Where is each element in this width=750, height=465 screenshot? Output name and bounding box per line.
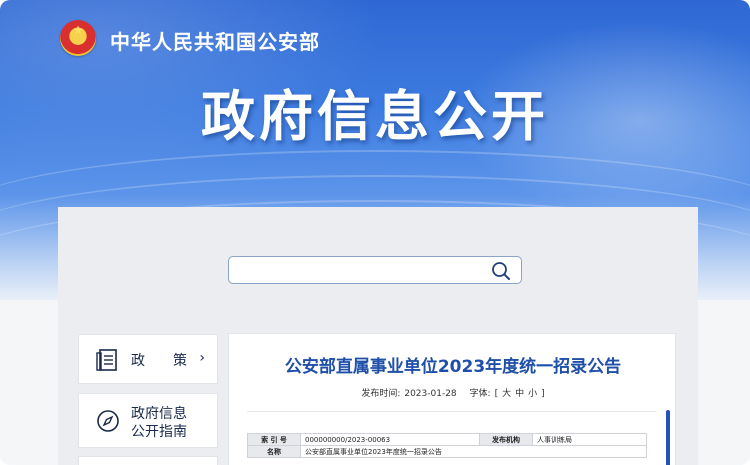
info-table: 索 引 号 000000000/2023-00063 发布机构 人事训练局 名称…: [247, 433, 647, 458]
sidebar-item-label: 政府信息: [131, 406, 187, 422]
chevron-right-icon: ›: [199, 350, 205, 366]
sidebar-item-label: 公开指南: [131, 424, 187, 440]
table-value: 000000000/2023-00063: [300, 433, 480, 446]
table-row: 名称 公安部直属事业单位2023年度统一招录公告: [247, 445, 647, 458]
ministry-name[interactable]: 中华人民共和国公安部: [110, 26, 320, 55]
compass-icon: [97, 410, 119, 432]
divider: [247, 411, 657, 412]
bracket: [: [494, 389, 499, 399]
bracket: ]: [541, 389, 545, 399]
table-key: 发布机构: [479, 433, 533, 446]
national-emblem-icon[interactable]: ★: [60, 20, 96, 56]
font-size-label: 字体:: [469, 389, 491, 399]
emblem-star: ★: [72, 23, 84, 37]
sidebar-item[interactable]: [78, 456, 218, 465]
article-title: 公安部直属事业单位2023年度统一招录公告: [284, 357, 622, 377]
sidebar-item-disclosure-guide[interactable]: 政府信息 公开指南: [78, 393, 218, 448]
font-small-button[interactable]: 小: [528, 389, 537, 399]
search-icon[interactable]: [491, 261, 511, 281]
publish-date: 2023-01-28: [404, 389, 457, 399]
article-card: 公安部直属事业单位2023年度统一招录公告 发布时间: 2023-01-28 字体…: [228, 333, 676, 465]
table-row: 索 引 号 000000000/2023-00063 发布机构 人事训练局: [247, 433, 647, 446]
publish-label: 发布时间:: [361, 389, 401, 399]
search-box[interactable]: [228, 256, 522, 284]
page-frame: ★ 中华人民共和国公安部 政府信息公开 政 策 › 政府信息 公开指南 公安部直…: [0, 0, 750, 465]
table-key: 名称: [247, 445, 301, 458]
table-value: 人事训练局: [532, 433, 647, 446]
search-input[interactable]: [237, 260, 481, 282]
sidebar-item-label: 政 策: [131, 353, 187, 369]
sidebar-item-policy[interactable]: 政 策 ›: [78, 334, 218, 384]
scrollbar-thumb[interactable]: [666, 410, 670, 465]
article-meta: 发布时间: 2023-01-28 字体:[大中小]: [229, 386, 677, 399]
font-large-button[interactable]: 大: [502, 389, 511, 399]
table-value: 公安部直属事业单位2023年度统一招录公告: [300, 445, 647, 458]
document-list-icon: [96, 349, 117, 371]
page-title: 政府信息公开: [201, 85, 549, 148]
table-key: 索 引 号: [247, 433, 301, 446]
font-medium-button[interactable]: 中: [515, 389, 524, 399]
